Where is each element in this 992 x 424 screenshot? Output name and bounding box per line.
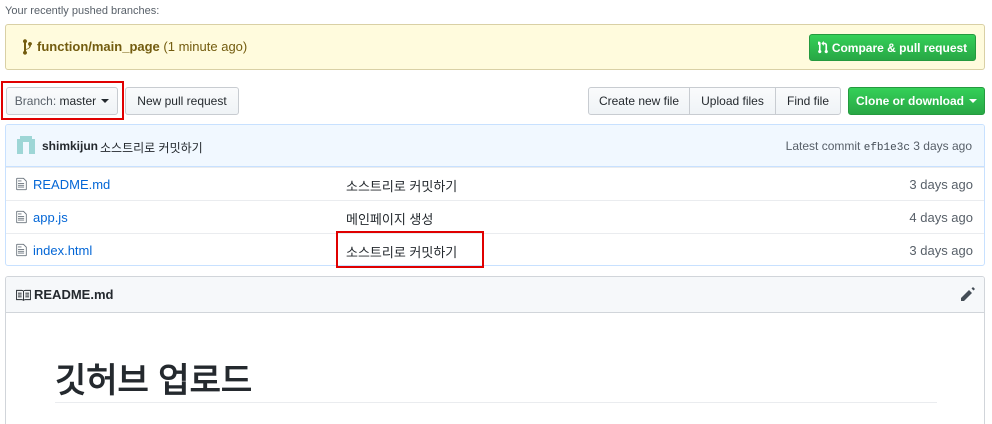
new-pull-request-button[interactable]: New pull request (125, 87, 239, 115)
file-name[interactable]: index.html (33, 243, 92, 258)
latest-commit-label: Latest commit (785, 139, 861, 153)
chevron-down-icon (969, 99, 977, 103)
pencil-icon[interactable] (961, 287, 975, 301)
file-age: 3 days ago (909, 177, 973, 192)
avatar[interactable] (17, 136, 35, 154)
file-name[interactable]: app.js (33, 210, 68, 225)
recent-branch-name[interactable]: function/main_page (37, 39, 160, 54)
file-commit-message[interactable]: 소스트리로 커밋하기 (346, 176, 457, 195)
chevron-down-icon (101, 99, 110, 103)
recent-branches-label: Your recently pushed branches: (5, 5, 160, 17)
recent-branch-time: (1 minute ago) (163, 39, 248, 54)
file-commit-message[interactable]: 소스트리로 커밋하기 (346, 242, 457, 261)
file-age: 3 days ago (909, 243, 973, 258)
readme-heading: 깃허브 업로드 (55, 362, 253, 400)
clone-download-button[interactable]: Clone or download (848, 87, 985, 115)
file-icon (16, 177, 27, 191)
clone-button-label: Clone or download (856, 94, 964, 108)
file-icon (16, 243, 27, 257)
commit-age: 3 days ago (913, 139, 972, 153)
latest-commit-bar: shimkijun 소스트리로 커밋하기 Latest commit efb1e… (6, 125, 984, 167)
create-new-file-button[interactable]: Create new file (588, 87, 690, 115)
git-branch-icon (23, 39, 32, 55)
branch-select-button[interactable]: Branch: master (6, 87, 118, 115)
file-actions-group: Create new file Upload files Find file (588, 87, 841, 115)
file-row: index.html 소스트리로 커밋하기 3 days ago (6, 233, 984, 265)
commit-author[interactable]: shimkijun (42, 139, 98, 153)
readme-title: README.md (34, 287, 114, 302)
commit-sha[interactable]: efb1e3c (864, 142, 910, 154)
file-commit-message[interactable]: 메인페이지 생성 (346, 209, 433, 228)
readme-panel: README.md 깃허브 업로드 (5, 276, 985, 424)
file-list: shimkijun 소스트리로 커밋하기 Latest commit efb1e… (5, 124, 985, 266)
file-row: app.js 메인페이지 생성 4 days ago (6, 200, 984, 233)
file-icon (16, 210, 27, 224)
readme-header: README.md (6, 277, 984, 313)
compare-pull-request-button[interactable]: Compare & pull request (809, 34, 976, 61)
latest-commit-info: Latest commit efb1e3c 3 days ago (786, 139, 972, 154)
heading-divider (55, 402, 937, 403)
pull-request-icon (817, 41, 828, 54)
file-row: README.md 소스트리로 커밋하기 3 days ago (6, 167, 984, 200)
branch-prefix: Branch: (14, 94, 57, 108)
commit-message[interactable]: 소스트리로 커밋하기 (100, 139, 203, 156)
upload-files-button[interactable]: Upload files (689, 87, 776, 115)
file-age: 4 days ago (909, 210, 973, 225)
branch-value: master (59, 94, 97, 108)
compare-button-label: Compare & pull request (831, 40, 968, 55)
recent-branch-banner: function/main_page (1 minute ago) Compar… (5, 24, 985, 70)
file-name[interactable]: README.md (33, 177, 110, 192)
book-icon (16, 289, 31, 301)
find-file-button[interactable]: Find file (775, 87, 841, 115)
